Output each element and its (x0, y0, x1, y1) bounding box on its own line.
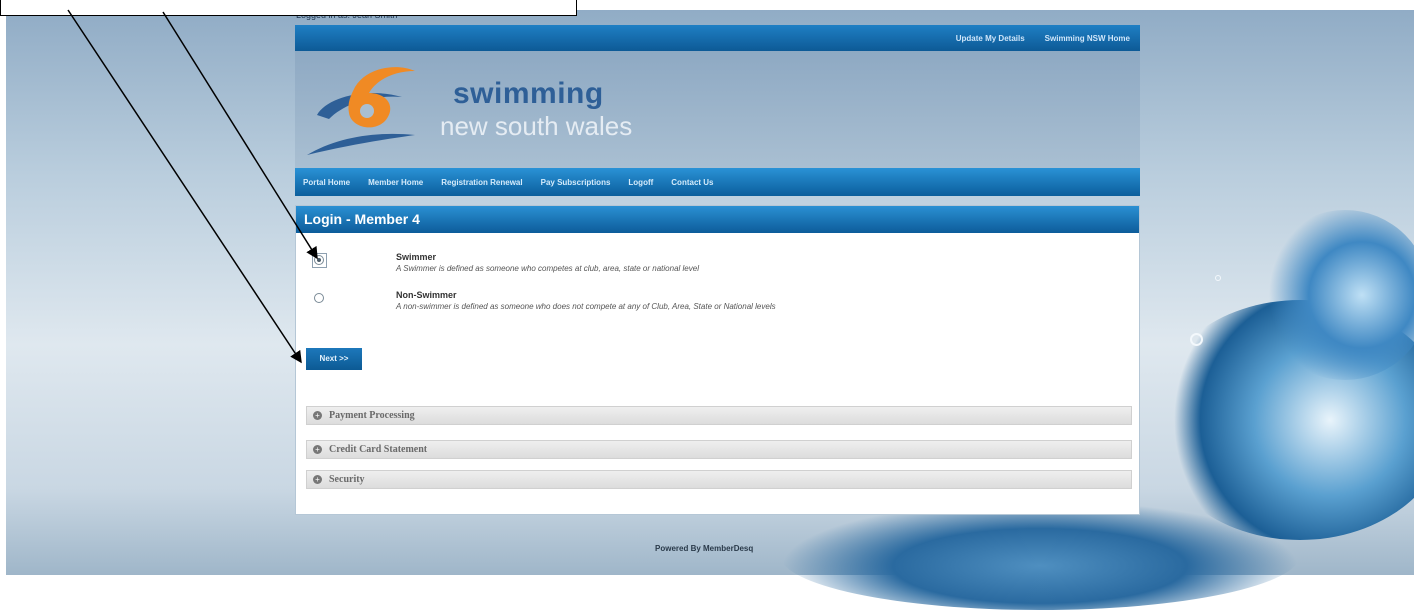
nav-member-home[interactable]: Member Home (368, 178, 423, 187)
nav-pay-subscriptions[interactable]: Pay Subscriptions (541, 178, 611, 187)
accordion-label: Credit Card Statement (329, 444, 428, 455)
plus-circle-icon: + (313, 411, 322, 420)
swimming-nsw-logo-icon (307, 67, 415, 155)
water-splash-bottom (780, 500, 1300, 610)
top-link-bar: Update My Details Swimming NSW Home (295, 25, 1140, 51)
non-swimmer-option-description: A non-swimmer is defined as someone who … (396, 302, 776, 311)
non-swimmer-option-label: Non-Swimmer (396, 290, 457, 300)
accordion-credit-card-statement[interactable]: + Credit Card Statement (306, 440, 1132, 459)
annotation-callout-box (0, 0, 577, 16)
swimmer-option-label: Swimmer (396, 252, 437, 262)
top-links: Update My Details Swimming NSW Home (956, 25, 1130, 51)
login-member-panel: Login - Member 4 Swimmer A Swimmer is de… (295, 205, 1140, 515)
update-my-details-link[interactable]: Update My Details (956, 34, 1025, 43)
non-swimmer-radio[interactable] (314, 293, 324, 303)
accordion-label: Payment Processing (329, 410, 415, 421)
site-header: swimming new south wales (295, 51, 1140, 168)
swimmer-option-description: A Swimmer is defined as someone who comp… (396, 264, 699, 273)
next-button[interactable]: Next >> (306, 348, 362, 370)
nav-logoff[interactable]: Logoff (628, 178, 653, 187)
water-droplet (1190, 333, 1203, 346)
left-margin (0, 0, 6, 575)
accordion-payment-processing[interactable]: + Payment Processing (306, 406, 1132, 425)
logo-wordmark-nsw: new south wales (440, 111, 633, 141)
plus-circle-icon: + (313, 475, 322, 484)
swimming-nsw-home-link[interactable]: Swimming NSW Home (1045, 34, 1130, 43)
nav-portal-home[interactable]: Portal Home (303, 178, 350, 187)
nav-registration-renewal[interactable]: Registration Renewal (441, 178, 522, 187)
nav-contact-us[interactable]: Contact Us (671, 178, 713, 187)
accordion-security[interactable]: + Security (306, 470, 1132, 489)
swimmer-radio[interactable] (314, 255, 324, 265)
plus-circle-icon: + (313, 445, 322, 454)
accordion-label: Security (329, 474, 365, 485)
water-droplet-small (1215, 275, 1221, 281)
main-nav: Portal Home Member Home Registration Ren… (295, 168, 1140, 196)
panel-title: Login - Member 4 (296, 206, 1139, 233)
logo-wordmark-swimming: swimming (453, 77, 604, 110)
powered-by-footer: Powered By MemberDesq (655, 544, 754, 553)
